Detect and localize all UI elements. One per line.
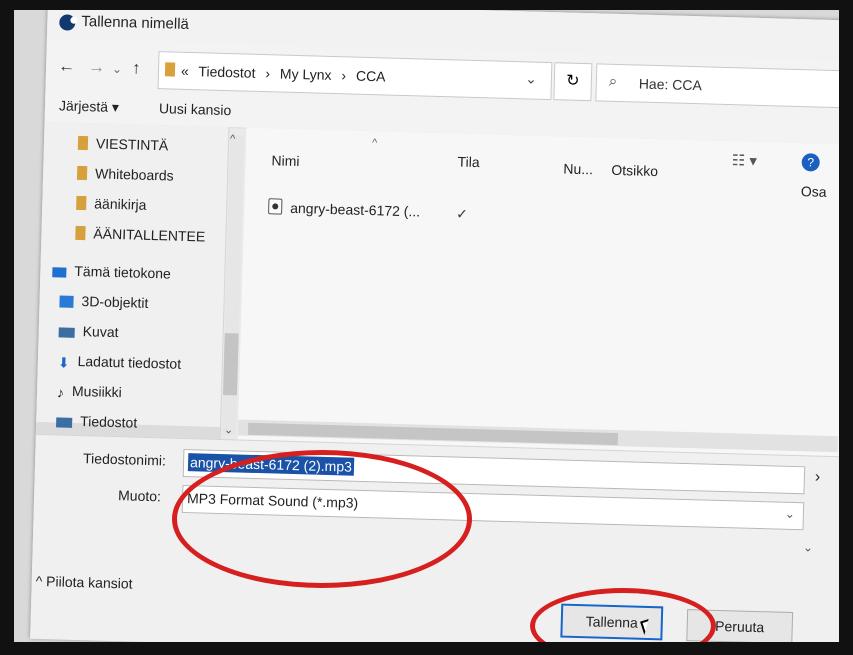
- breadcrumb-overflow[interactable]: «: [181, 63, 189, 79]
- sidebar-item-label: VIESTINTÄ: [95, 135, 169, 154]
- sidebar-item-label: Tiedostot: [79, 413, 138, 431]
- sort-ascending-icon: ^: [371, 137, 378, 150]
- sidebar-item-aanikirja[interactable]: äänikirja: [76, 195, 147, 213]
- help-icon[interactable]: ?: [801, 153, 820, 172]
- sidebar-item-pictures[interactable]: Kuvat: [58, 322, 119, 341]
- sidebar-item-3d-objects[interactable]: 3D-objektit: [59, 292, 149, 311]
- chevron-down-icon[interactable]: ⌄: [525, 70, 537, 87]
- window-title: Tallenna nimellä: [81, 12, 190, 33]
- column-header-name[interactable]: Nimi: [271, 152, 299, 169]
- view-options-icon[interactable]: ☷ ▾: [731, 151, 757, 170]
- file-name: angry-beast-6172 (...: [290, 199, 421, 220]
- folder-icon: [75, 225, 86, 241]
- breadcrumb-item-my-lynx[interactable]: My Lynx: [280, 66, 332, 83]
- drive-icon: [56, 417, 73, 428]
- pictures-icon: [58, 327, 75, 338]
- forward-arrow-icon[interactable]: →: [88, 57, 106, 77]
- breadcrumb-separator: ›: [341, 67, 347, 84]
- sidebar-item-label: ÄÄNITALLENTEE: [93, 225, 206, 245]
- download-icon: ⬇: [57, 354, 70, 371]
- sidebar-item-label: 3D-objektit: [81, 293, 149, 311]
- sidebar-item-label: Whiteboards: [94, 165, 174, 184]
- file-list: ^ Nimi Tila Nu... Otsikko Osa ☷ ▾ ? angr…: [237, 127, 839, 460]
- recent-locations-icon[interactable]: ⌄: [112, 62, 122, 76]
- folder-icon: [77, 135, 89, 151]
- music-icon: ♪: [56, 384, 65, 401]
- refresh-button[interactable]: ↻: [553, 62, 593, 102]
- organize-button[interactable]: Järjestä ▾: [59, 97, 119, 116]
- sidebar-item-label: äänikirja: [94, 195, 147, 213]
- sidebar-item-aanitallenteet[interactable]: ÄÄNITALLENTEE: [75, 225, 206, 245]
- computer-icon: [52, 267, 67, 278]
- sidebar-item-this-pc[interactable]: Tämä tietokone: [52, 262, 172, 282]
- sidebar-item-viestinta[interactable]: VIESTINTÄ: [77, 135, 169, 154]
- 3d-objects-icon: [59, 295, 74, 308]
- audio-file-icon: [268, 198, 283, 215]
- scroll-down-icon[interactable]: ⌄: [224, 423, 234, 436]
- breadcrumb-item-tiedostot[interactable]: Tiedostot: [198, 63, 256, 81]
- breadcrumb-separator: ›: [265, 65, 271, 82]
- chevron-down-icon[interactable]: ⌄: [803, 540, 813, 554]
- filename-label: Tiedostonimi:: [82, 450, 167, 469]
- sidebar-item-whiteboards[interactable]: Whiteboards: [76, 165, 174, 184]
- photo-frame: Tallenna nimellä ✕ ← → ⌄ ↑ « Tiedostot ›…: [14, 10, 839, 642]
- column-header-status[interactable]: Tila: [457, 154, 479, 171]
- chevron-right-icon[interactable]: ›: [815, 469, 821, 487]
- format-dropdown[interactable]: MP3 Format Sound (*.mp3) ⌄: [181, 484, 805, 531]
- app-icon: [59, 14, 76, 31]
- filename-selected-text: angry-beast-6172 (2).mp3: [187, 453, 355, 476]
- save-as-dialog: Tallenna nimellä ✕ ← → ⌄ ↑ « Tiedostot ›…: [30, 10, 839, 642]
- sidebar-scroll-thumb[interactable]: [222, 333, 239, 396]
- cancel-button[interactable]: Peruuta: [686, 609, 794, 642]
- breadcrumb: « Tiedostot › My Lynx › CCA: [181, 63, 392, 85]
- sidebar-item-label: Tämä tietokone: [74, 262, 172, 282]
- scroll-up-icon[interactable]: ^: [230, 133, 236, 145]
- breadcrumb-item-cca[interactable]: CCA: [356, 68, 386, 85]
- save-options-panel: Tiedostonimi: angry-beast-6172 (2).mp3 ›…: [30, 433, 839, 642]
- up-arrow-icon[interactable]: ↑: [132, 58, 141, 78]
- column-header-title[interactable]: Otsikko: [611, 162, 658, 179]
- folder-icon: [76, 195, 87, 211]
- back-arrow-icon[interactable]: ←: [58, 56, 76, 76]
- sidebar-item-label: Musiikki: [71, 382, 123, 401]
- search-input[interactable]: ⌕ Hae: CCA: [595, 63, 839, 109]
- sidebar-item-label: Kuvat: [82, 323, 119, 341]
- sidebar-item-downloads[interactable]: ⬇ Ladatut tiedostot: [58, 352, 182, 374]
- list-item[interactable]: angry-beast-6172 (...: [268, 198, 420, 219]
- column-header-album[interactable]: Osa: [801, 183, 827, 200]
- chevron-down-icon: ⌄: [784, 506, 796, 522]
- sidebar-item-music[interactable]: ♪ Musiikki: [57, 382, 122, 402]
- sidebar-item-label: Ladatut tiedostot: [77, 352, 182, 372]
- folder-icon: [164, 62, 176, 77]
- navigation-pane: VIESTINTÄ Whiteboards äänikirja ÄÄNITALL…: [35, 121, 230, 453]
- filename-value: angry-beast-6172 (2).mp3: [187, 453, 355, 476]
- new-folder-button[interactable]: Uusi kansio: [159, 100, 232, 118]
- format-value: MP3 Format Sound (*.mp3): [186, 490, 359, 511]
- search-icon: ⌕: [608, 72, 618, 90]
- hide-folders-toggle[interactable]: ^ Piilota kansiot: [35, 573, 132, 592]
- sidebar-item-tiedostot[interactable]: Tiedostot: [56, 412, 138, 431]
- sync-status-icon: ✓: [455, 205, 469, 222]
- folder-icon: [76, 165, 88, 181]
- search-placeholder: Hae: CCA: [638, 75, 703, 94]
- format-label: Muoto:: [117, 487, 162, 505]
- column-header-number[interactable]: Nu...: [563, 160, 593, 177]
